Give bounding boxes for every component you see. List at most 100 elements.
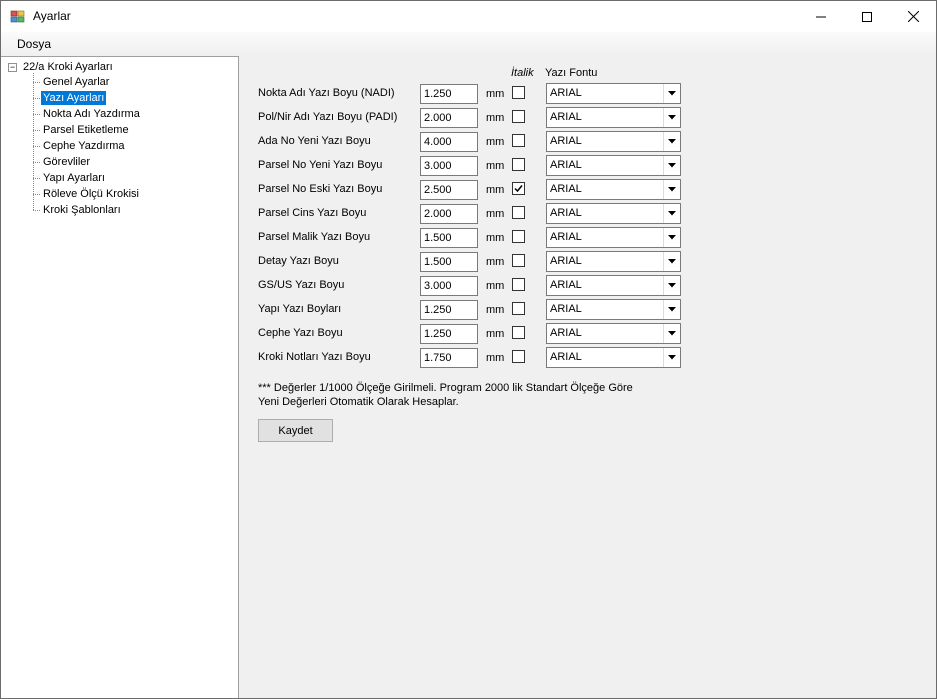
tree-connector-line — [33, 73, 34, 210]
dropdown-arrow-icon[interactable] — [663, 324, 680, 343]
size-input[interactable]: 3.000 — [420, 276, 478, 296]
minimize-button[interactable] — [798, 1, 844, 32]
font-select[interactable]: ARIAL — [546, 107, 681, 128]
dropdown-arrow-icon[interactable] — [663, 108, 680, 127]
font-select[interactable]: ARIAL — [546, 347, 681, 368]
unit-label: mm — [486, 136, 505, 148]
size-input[interactable]: 1.250 — [420, 324, 478, 344]
tree-item-yazi-ayarlari[interactable]: Yazı Ayarları — [32, 91, 107, 105]
close-icon — [907, 11, 919, 22]
font-select[interactable]: ARIAL — [546, 227, 681, 248]
size-input[interactable]: 4.000 — [420, 132, 478, 152]
tree-item-genel-ayarlar[interactable]: Genel Ayarlar — [32, 75, 111, 89]
italic-checkbox[interactable] — [512, 278, 525, 291]
dropdown-arrow-icon[interactable] — [663, 348, 680, 367]
italic-checkbox[interactable] — [512, 350, 525, 363]
size-input[interactable]: 1.750 — [420, 348, 478, 368]
unit-label: mm — [486, 160, 505, 172]
checkmark-icon — [514, 185, 523, 193]
italic-checkbox[interactable] — [512, 254, 525, 267]
tree-item-gorevliler[interactable]: Görevliler — [32, 155, 92, 169]
italic-checkbox[interactable] — [512, 206, 525, 219]
font-select-value: ARIAL — [550, 303, 582, 315]
unit-label: mm — [486, 112, 505, 124]
title-bar: Ayarlar — [1, 1, 936, 32]
maximize-icon — [862, 11, 872, 22]
font-select[interactable]: ARIAL — [546, 83, 681, 104]
dropdown-arrow-icon[interactable] — [663, 156, 680, 175]
menu-file[interactable]: Dosya — [17, 37, 51, 51]
size-input[interactable]: 2.000 — [420, 204, 478, 224]
italic-checkbox[interactable] — [512, 86, 525, 99]
size-input[interactable]: 3.000 — [420, 156, 478, 176]
unit-label: mm — [486, 88, 505, 100]
font-select[interactable]: ARIAL — [546, 203, 681, 224]
dropdown-arrow-icon[interactable] — [663, 252, 680, 271]
maximize-button[interactable] — [844, 1, 890, 32]
size-input[interactable]: 1.500 — [420, 252, 478, 272]
italic-checkbox[interactable] — [512, 326, 525, 339]
dropdown-arrow-icon[interactable] — [663, 132, 680, 151]
row-label: Nokta Adı Yazı Boyu (NADI) — [258, 87, 395, 99]
app-icon — [10, 9, 26, 25]
size-input[interactable]: 1.500 — [420, 228, 478, 248]
size-input[interactable]: 2.000 — [420, 108, 478, 128]
font-select[interactable]: ARIAL — [546, 179, 681, 200]
row-label: Pol/Nir Adı Yazı Boyu (PADI) — [258, 111, 398, 123]
dropdown-arrow-icon[interactable] — [663, 228, 680, 247]
dropdown-arrow-icon[interactable] — [663, 204, 680, 223]
unit-label: mm — [486, 328, 505, 340]
italic-checkbox[interactable] — [512, 302, 525, 315]
italic-column-header: İtalik — [511, 67, 534, 79]
row-label: Parsel No Eski Yazı Boyu — [258, 183, 383, 195]
scale-note-line-1: *** Değerler 1/1000 Ölçeğe Girilmeli. Pr… — [258, 382, 633, 394]
font-select[interactable]: ARIAL — [546, 275, 681, 296]
font-column-header: Yazı Fontu — [545, 67, 598, 79]
tree-item-parsel-etiketleme[interactable]: Parsel Etiketleme — [33, 123, 131, 137]
unit-label: mm — [486, 304, 505, 316]
font-select[interactable]: ARIAL — [546, 299, 681, 320]
text-settings-panel: İtalik Yazı Fontu Nokta Adı Yazı Boyu (N… — [239, 56, 936, 698]
italic-checkbox[interactable] — [512, 158, 525, 171]
tree-item-kroki-sablonlari[interactable]: Kroki Şablonları — [33, 203, 123, 217]
row-label: Kroki Notları Yazı Boyu — [258, 351, 371, 363]
tree-item-nokta-adi-yazdirma[interactable]: Nokta Adı Yazdırma — [33, 107, 142, 121]
tree-item-cephe-yazdirma[interactable]: Cephe Yazdırma — [33, 139, 127, 153]
settings-tree: − 22/a Kroki Ayarları Genel Ayarlar Yazı… — [1, 56, 239, 698]
tree-item-roleve-olcu-krokisi[interactable]: Röleve Ölçü Krokisi — [33, 187, 141, 201]
close-button[interactable] — [890, 1, 936, 32]
tree-item-yapi-ayarlari[interactable]: Yapı Ayarları — [33, 171, 107, 185]
dropdown-arrow-icon[interactable] — [663, 300, 680, 319]
collapse-icon[interactable]: − — [8, 63, 17, 72]
row-label: Yapı Yazı Boyları — [258, 303, 342, 315]
italic-checkbox[interactable] — [512, 230, 525, 243]
font-select-value: ARIAL — [550, 135, 582, 147]
font-select-value: ARIAL — [550, 327, 582, 339]
row-label: Parsel Malik Yazı Boyu — [258, 231, 371, 243]
tree-root-item[interactable]: 22/a Kroki Ayarları — [23, 61, 113, 73]
minimize-icon — [816, 16, 826, 17]
font-select[interactable]: ARIAL — [546, 131, 681, 152]
font-select-value: ARIAL — [550, 351, 582, 363]
unit-label: mm — [486, 208, 505, 220]
scale-note: *** Değerler 1/1000 Ölçeğe Girilmeli. Pr… — [258, 381, 633, 409]
dropdown-arrow-icon[interactable] — [663, 180, 680, 199]
font-select[interactable]: ARIAL — [546, 323, 681, 344]
size-input[interactable]: 1.250 — [420, 300, 478, 320]
font-select-value: ARIAL — [550, 111, 582, 123]
italic-checkbox[interactable] — [512, 134, 525, 147]
unit-label: mm — [486, 232, 505, 244]
row-label: Ada No Yeni Yazı Boyu — [258, 135, 371, 147]
save-button[interactable]: Kaydet — [258, 419, 333, 442]
size-input[interactable]: 1.250 — [420, 84, 478, 104]
dropdown-arrow-icon[interactable] — [663, 276, 680, 295]
dropdown-arrow-icon[interactable] — [663, 84, 680, 103]
italic-checkbox[interactable] — [512, 182, 525, 195]
unit-label: mm — [486, 256, 505, 268]
size-input[interactable]: 2.500 — [420, 180, 478, 200]
font-select[interactable]: ARIAL — [546, 155, 681, 176]
font-select[interactable]: ARIAL — [546, 251, 681, 272]
italic-checkbox[interactable] — [512, 110, 525, 123]
unit-label: mm — [486, 184, 505, 196]
scale-note-line-2: Yeni Değerleri Otomatik Olarak Hesaplar. — [258, 396, 459, 408]
